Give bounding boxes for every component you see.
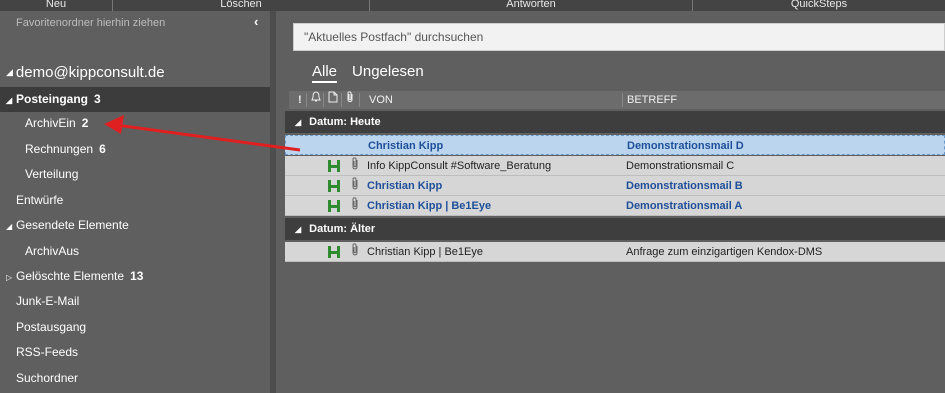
filter-tabs: Alle Ungelesen xyxy=(312,63,439,83)
expanded-triangle-icon[interactable]: ◢ xyxy=(6,214,16,239)
ribbon-group-neu[interactable]: Neu xyxy=(0,0,113,11)
tab-ungelesen[interactable]: Ungelesen xyxy=(352,63,424,80)
folder-label: Suchordner xyxy=(16,371,79,385)
ribbon-group-quicksteps[interactable]: QuickSteps xyxy=(693,0,945,11)
collapse-pane-chevron-left-icon[interactable]: ‹ xyxy=(254,14,258,29)
importance-column[interactable]: ! xyxy=(298,91,302,109)
folder-label: Gelöschte Elemente xyxy=(16,269,125,283)
unread-count: 3 xyxy=(94,92,101,106)
folder-posteingang[interactable]: ◢ Posteingang 3 xyxy=(0,87,270,112)
folder-rechnungen[interactable]: Rechnungen 6 xyxy=(25,137,106,162)
ribbon-group-loeschen[interactable]: Löschen xyxy=(113,0,370,11)
folder-label: Verteilung xyxy=(25,167,79,181)
folder-label: Postausgang xyxy=(16,320,87,334)
unread-count: 13 xyxy=(130,269,144,283)
divider xyxy=(323,93,324,107)
message-subject: Demonstrationsmail D xyxy=(627,140,744,152)
folder-entwuerfe[interactable]: Entwürfe xyxy=(16,188,63,213)
folder-label: ArchivEin xyxy=(25,116,76,130)
group-header-heute[interactable]: ◢ Datum: Heute xyxy=(285,111,945,133)
archived-save-icon xyxy=(328,179,340,193)
folder-label: ArchivAus xyxy=(25,244,80,258)
favorites-hint: Favoritenordner hierhin ziehen xyxy=(16,17,166,29)
group-header-aelter[interactable]: ◢ Datum: Älter xyxy=(285,218,945,240)
message-from: Christian Kipp xyxy=(367,180,443,192)
folder-postausgang[interactable]: Postausgang xyxy=(16,315,86,340)
message-subject: Demonstrationsmail B xyxy=(626,180,743,192)
collapsed-triangle-icon[interactable]: ▷ xyxy=(6,265,16,290)
message-from: Christian Kipp xyxy=(368,140,444,152)
message-subject: Anfrage zum einzigartigen Kendox-DMS xyxy=(626,246,823,258)
folder-junk-email[interactable]: Junk-E-Mail xyxy=(16,289,79,314)
folder-gesendete-elemente[interactable]: ◢ Gesendete Elemente xyxy=(6,213,129,238)
account-header[interactable]: ◢ demo@kippconsult.de xyxy=(6,64,165,81)
group-label: Datum: Älter xyxy=(309,223,376,235)
folder-label: Junk-E-Mail xyxy=(16,294,80,308)
message-row[interactable]: Info KippConsult #Software_Beratung Demo… xyxy=(285,156,945,176)
subject-column[interactable]: BETREFF xyxy=(627,91,677,109)
unread-count: 6 xyxy=(99,142,106,156)
attachment-paperclip-icon[interactable] xyxy=(345,91,355,109)
message-row[interactable]: Christian Kipp Demonstrationsmail D xyxy=(285,135,945,155)
outlook-window: Neu Löschen Antworten QuickSteps Favorit… xyxy=(0,0,945,393)
folder-label: Rechnungen xyxy=(25,142,94,156)
divider xyxy=(622,93,623,107)
folder-verteilung[interactable]: Verteilung xyxy=(25,162,78,187)
message-list-pane: "Aktuelles Postfach" durchsuchen Alle Ung… xyxy=(276,11,945,393)
folder-label: Posteingang xyxy=(16,92,89,106)
message-row[interactable]: Christian Kipp | Be1Eye Anfrage zum einz… xyxy=(285,242,945,262)
divider xyxy=(341,93,342,107)
attachment-paperclip-icon xyxy=(351,197,359,217)
message-from: Christian Kipp | Be1Eye xyxy=(367,246,483,258)
document-icon[interactable] xyxy=(328,91,338,109)
expanded-triangle-icon[interactable]: ◢ xyxy=(6,88,16,113)
archived-save-icon xyxy=(328,245,340,259)
reminder-bell-icon[interactable] xyxy=(310,91,322,109)
message-from: Christian Kipp | Be1Eye xyxy=(367,200,492,212)
folder-suchordner[interactable]: Suchordner xyxy=(16,366,78,391)
folder-pane: Favoritenordner hierhin ziehen ‹ ◢ demo@k… xyxy=(0,11,270,393)
divider xyxy=(306,93,307,107)
message-subject: Demonstrationsmail A xyxy=(626,200,743,212)
account-name: demo@kippconsult.de xyxy=(15,64,165,81)
expanded-triangle-icon[interactable]: ◢ xyxy=(295,225,301,234)
search-input[interactable]: "Aktuelles Postfach" durchsuchen xyxy=(293,23,945,51)
folder-archivein[interactable]: ArchivEin 2 xyxy=(25,111,88,136)
from-column[interactable]: VON xyxy=(369,91,393,109)
ribbon-group-labels: Neu Löschen Antworten QuickSteps xyxy=(0,0,945,11)
message-subject: Demonstrationsmail C xyxy=(626,160,735,172)
folder-label: Entwürfe xyxy=(16,193,64,207)
archived-save-icon xyxy=(328,159,340,173)
folder-label: RSS-Feeds xyxy=(16,345,79,359)
message-from: Info KippConsult #Software_Beratung xyxy=(367,160,552,172)
folder-archivaus[interactable]: ArchivAus xyxy=(25,239,79,264)
attachment-paperclip-icon xyxy=(351,243,359,263)
message-row[interactable]: Christian Kipp | Be1Eye Demonstrationsma… xyxy=(285,196,945,216)
attachment-paperclip-icon xyxy=(351,177,359,197)
folder-rss-feeds[interactable]: RSS-Feeds xyxy=(16,340,78,365)
expanded-triangle-icon[interactable]: ◢ xyxy=(295,118,301,127)
folder-label: Gesendete Elemente xyxy=(16,218,129,232)
folder-geloeschte-elemente[interactable]: ▷ Gelöschte Elemente 13 xyxy=(6,264,143,289)
expanded-triangle-icon[interactable]: ◢ xyxy=(6,67,13,77)
message-row[interactable]: Christian Kipp Demonstrationsmail B xyxy=(285,176,945,196)
ribbon-group-antworten[interactable]: Antworten xyxy=(370,0,693,11)
tab-alle[interactable]: Alle xyxy=(312,63,338,83)
archived-save-icon xyxy=(328,199,340,213)
column-header: ! VON BETREFF xyxy=(289,91,945,109)
divider xyxy=(359,93,360,107)
group-label: Datum: Heute xyxy=(309,116,381,128)
attachment-paperclip-icon xyxy=(351,157,359,177)
unread-count: 2 xyxy=(81,116,89,130)
